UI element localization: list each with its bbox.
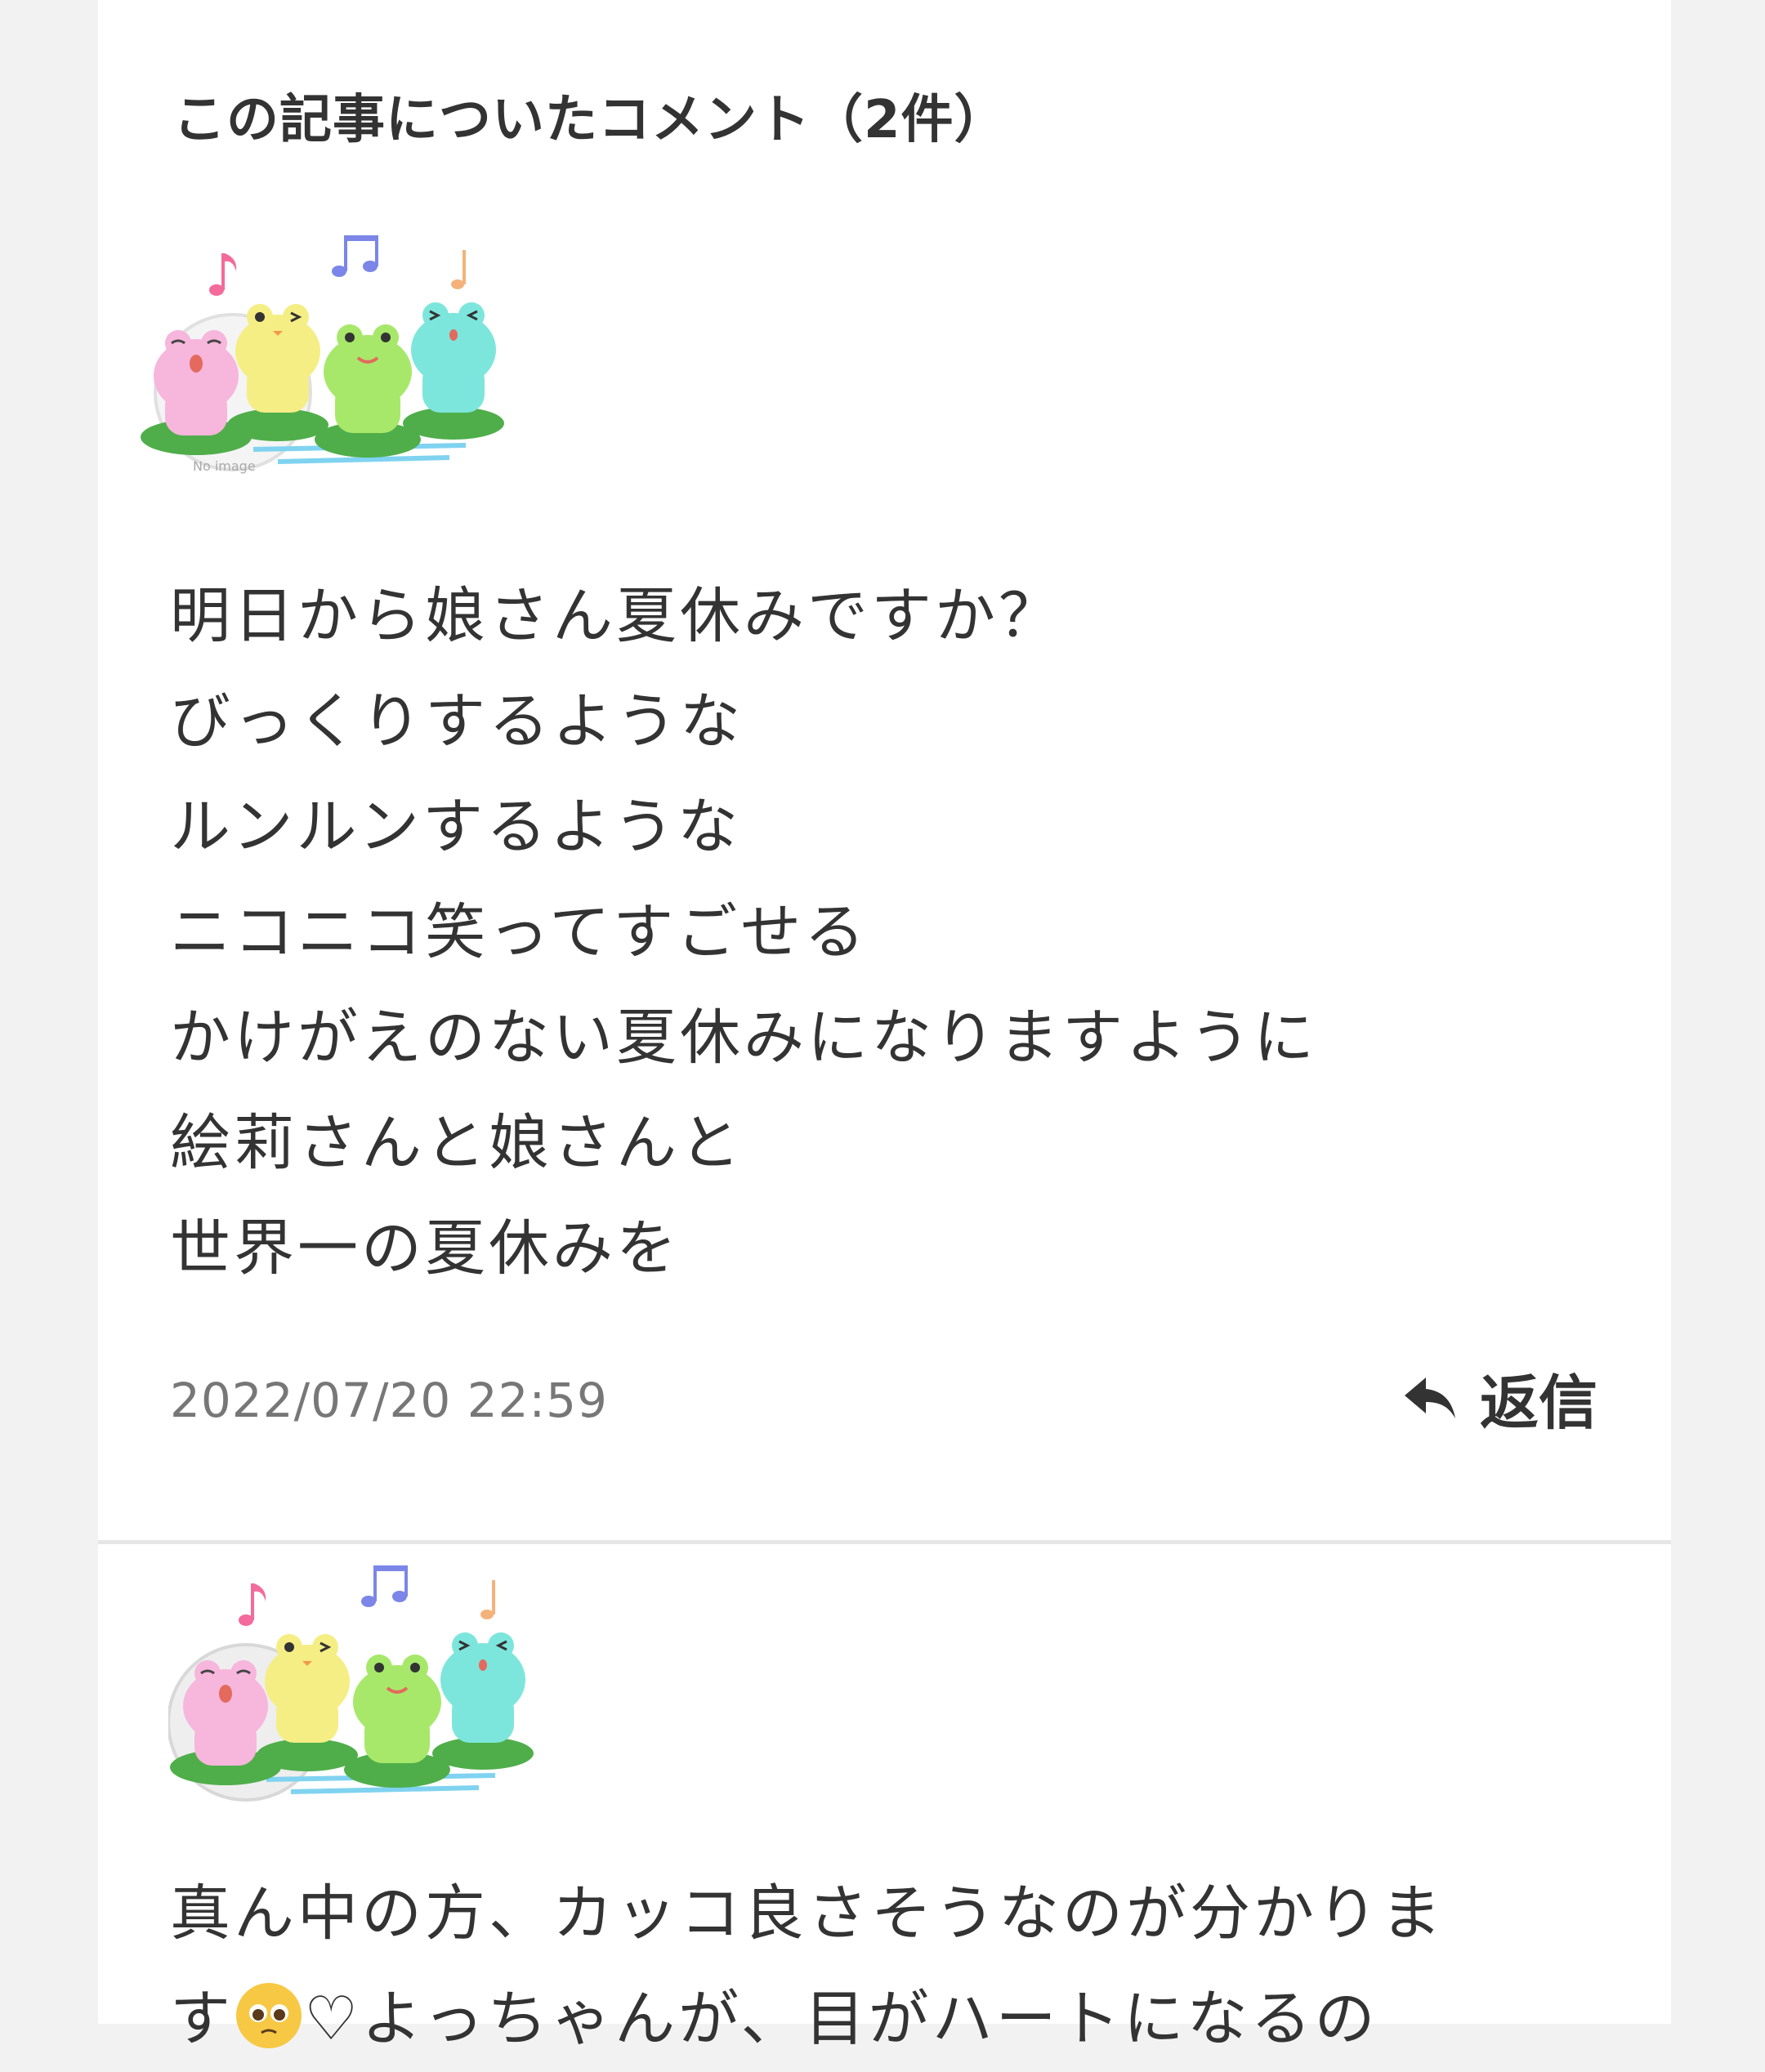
reply-label: 返信 bbox=[1479, 1368, 1597, 1437]
comment-line: 世界一の夏休みを bbox=[170, 1213, 680, 1284]
commenter-avatar[interactable]: No image bbox=[139, 229, 515, 498]
frogs-singing-avatar-icon: No image bbox=[141, 235, 504, 474]
comment-line: す ♡よっちゃんが、目がハートになるの bbox=[170, 1967, 1445, 2072]
comment-line: ルンルンするような bbox=[170, 792, 742, 862]
comment-line: かけがえのない夏休みになりますように bbox=[170, 1003, 1317, 1073]
svg-text:No image: No image bbox=[193, 458, 256, 474]
comment-text: 真ん中の方、カッコ良さそうなのが分かりま す ♡よっちゃんが、目がハートになるの bbox=[170, 1861, 1445, 2072]
comment-line-text: ♡よっちゃんが、目がハートになるの bbox=[304, 1984, 1378, 2054]
reply-icon bbox=[1404, 1378, 1455, 1418]
comment-timestamp: 2022/07/20 22:59 bbox=[170, 1373, 608, 1428]
comment-line: ニコニコ笑ってすごせる bbox=[170, 897, 869, 967]
comments-panel: この記事についたコメント（2件） No image 明日から娘さん夏休みですか？… bbox=[98, 0, 1671, 2054]
comment-text: 明日から娘さん夏休みですか？ びっくりするような ルンルンするような ニコニコ笑… bbox=[170, 564, 1317, 1302]
frogs-singing-avatar-icon bbox=[167, 1565, 534, 1802]
comment-line: 真ん中の方、カッコ良さそうなのが分かりま bbox=[170, 1878, 1445, 1949]
comment-divider bbox=[98, 1540, 1671, 1544]
pleading-face-emoji-icon bbox=[236, 1983, 302, 2048]
reply-button[interactable]: 返信 bbox=[1401, 1360, 1597, 1437]
comment-line: 絵莉さんと娘さんと bbox=[170, 1108, 744, 1178]
comment-line-text: す bbox=[170, 1984, 234, 2054]
page: この記事についたコメント（2件） No image 明日から娘さん夏休みですか？… bbox=[0, 0, 1765, 2054]
comment-line: 明日から娘さん夏休みですか？ bbox=[170, 581, 1062, 651]
comment-line: びっくりするような bbox=[170, 686, 744, 757]
comments-section-title: この記事についたコメント（2件） bbox=[173, 90, 1008, 150]
commenter-avatar[interactable] bbox=[167, 1559, 544, 1829]
